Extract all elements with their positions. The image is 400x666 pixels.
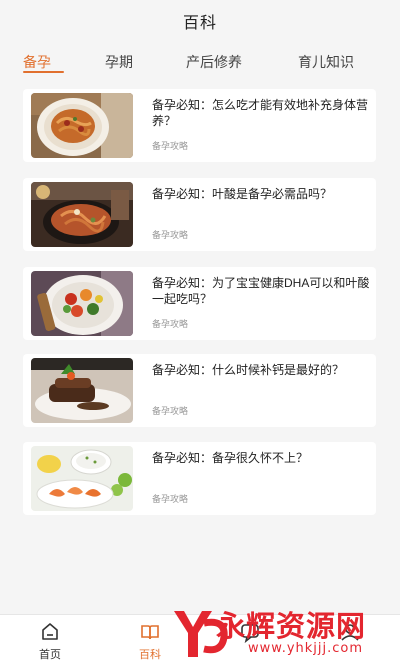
category-tabs: 备孕 孕期 产后修养 育儿知识	[0, 44, 400, 78]
app-header: 百科	[0, 0, 400, 42]
article-tag: 备孕攻略	[152, 406, 189, 416]
article-title: 备孕必知：怎么吃才能有效地补充身体营养？	[152, 98, 369, 128]
article-thumbnail	[31, 93, 133, 158]
book-icon	[141, 625, 159, 640]
message-icon	[241, 624, 259, 643]
noodle-bowl-image	[31, 182, 133, 247]
active-tab-indicator	[23, 71, 64, 73]
tab-yunqi[interactable]: 孕期	[105, 52, 133, 72]
article-tag: 备孕攻略	[152, 494, 189, 504]
steak-plate-image	[31, 358, 133, 423]
article-card[interactable]: 备孕必知：为了宝宝健康DHA可以和叶酸一起吃吗？ 备孕攻略	[23, 267, 376, 340]
article-card[interactable]: 备孕必知：什么时候补钙是最好的？ 备孕攻略	[23, 354, 376, 427]
tab-beiyun[interactable]: 备孕	[23, 52, 51, 72]
home-icon	[42, 623, 58, 640]
user-icon	[341, 624, 359, 641]
article-card[interactable]: 备孕必知：怎么吃才能有效地补充身体营养？ 备孕攻略	[23, 89, 376, 162]
article-title: 备孕必知：为了宝宝健康DHA可以和叶酸一起吃吗？	[152, 276, 370, 306]
shrimp-rice-image	[31, 446, 133, 511]
article-title: 备孕必知：叶酸是备孕必需品吗？	[152, 187, 333, 201]
article-tag: 备孕攻略	[152, 230, 189, 240]
article-title: 备孕必知：备孕很久怀不上？	[152, 451, 309, 465]
article-thumbnail	[31, 271, 133, 336]
tab-chanhou[interactable]: 产后修养	[186, 52, 242, 72]
nav-home[interactable]: 首页	[20, 621, 80, 662]
article-tag: 备孕攻略	[152, 141, 189, 151]
nav-baike-label: 百科	[139, 649, 161, 661]
salad-plate-image	[31, 271, 133, 336]
article-card[interactable]: 备孕必知：叶酸是备孕必需品吗？ 备孕攻略	[23, 178, 376, 251]
tab-yuer[interactable]: 育儿知识	[298, 52, 354, 72]
nav-baike[interactable]: 百科	[120, 621, 180, 662]
nav-message[interactable]	[220, 621, 280, 646]
page-title: 百科	[182, 15, 217, 32]
nav-user[interactable]	[320, 621, 380, 646]
article-card[interactable]: 备孕必知：备孕很久怀不上？ 备孕攻略	[23, 442, 376, 515]
article-thumbnail	[31, 358, 133, 423]
article-thumbnail	[31, 182, 133, 247]
article-thumbnail	[31, 446, 133, 511]
nav-home-label: 首页	[39, 649, 61, 661]
article-title: 备孕必知：什么时候补钙是最好的？	[152, 363, 345, 377]
article-tag: 备孕攻略	[152, 319, 189, 329]
pasta-plate-image	[31, 93, 133, 158]
bottom-navigation: 首页 百科	[0, 614, 400, 666]
